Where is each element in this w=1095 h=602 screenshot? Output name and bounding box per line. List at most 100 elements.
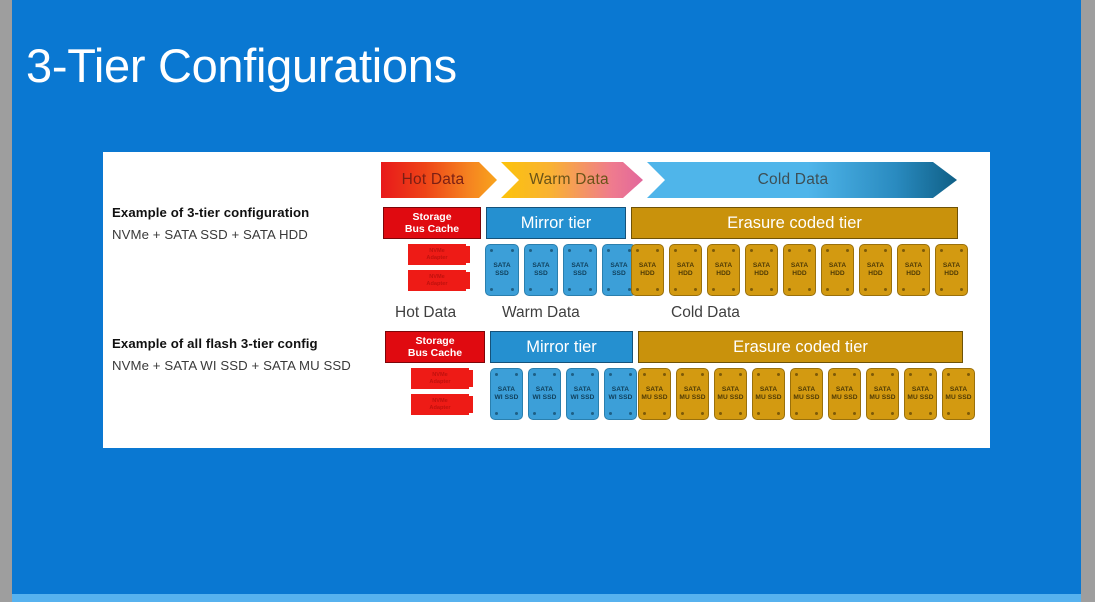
- drive-screw-icon: [719, 412, 722, 415]
- drive-screw-icon: [490, 249, 493, 252]
- nvme-adapter-icon: NVMe Adapter: [411, 394, 473, 415]
- row-2-storage-bus-cache-bar: Storage Bus Cache: [385, 331, 485, 363]
- drive-screw-icon: [656, 249, 659, 252]
- drive-screw-icon: [511, 249, 514, 252]
- drive-screw-icon: [960, 249, 963, 252]
- drive-screw-icon: [674, 288, 677, 291]
- drive-icon: SATA HDD: [859, 244, 892, 296]
- drive-screw-icon: [663, 373, 666, 376]
- drive-screw-icon: [940, 249, 943, 252]
- row-1-erasure-coded-tier-bar: Erasure coded tier: [631, 207, 958, 239]
- drive-icon: SATA WI SSD: [528, 368, 561, 420]
- drive-screw-icon: [777, 373, 780, 376]
- drive-icon: SATA HDD: [821, 244, 854, 296]
- drive-icon: SATA SSD: [524, 244, 558, 296]
- drive-label: SATA MU SSD: [869, 385, 896, 401]
- drive-label: SATA MU SSD: [945, 385, 972, 401]
- drive-icon: SATA MU SSD: [866, 368, 899, 420]
- drive-screw-icon: [902, 249, 905, 252]
- drive-screw-icon: [788, 288, 791, 291]
- drive-screw-icon: [929, 373, 932, 376]
- drive-screw-icon: [550, 288, 553, 291]
- drive-icon: SATA SSD: [563, 244, 597, 296]
- caption-hot-data: Hot Data: [395, 304, 457, 321]
- drive-screw-icon: [826, 288, 829, 291]
- drive-screw-icon: [909, 373, 912, 376]
- drive-screw-icon: [757, 373, 760, 376]
- drive-label: SATA HDD: [866, 261, 885, 277]
- drive-screw-icon: [750, 249, 753, 252]
- drive-screw-icon: [795, 373, 798, 376]
- config-row-1-description: Example of 3-tier configuration NVMe + S…: [112, 205, 402, 242]
- drive-label: SATA WI SSD: [494, 385, 519, 401]
- drive-icon: SATA MU SSD: [942, 368, 975, 420]
- drive-screw-icon: [940, 288, 943, 291]
- chevron-cold-data: Cold Data: [647, 162, 957, 198]
- drive-screw-icon: [553, 373, 556, 376]
- drive-icon: SATA MU SSD: [828, 368, 861, 420]
- drive-label: SATA HDD: [714, 261, 733, 277]
- drive-label: SATA SSD: [493, 261, 511, 277]
- drive-label: SATA SSD: [532, 261, 550, 277]
- drive-screw-icon: [553, 412, 556, 415]
- page-title: 3-Tier Configurations: [26, 39, 457, 92]
- drive-icon: SATA MU SSD: [752, 368, 785, 420]
- drive-label: SATA HDD: [904, 261, 923, 277]
- drive-label: SATA HDD: [752, 261, 771, 277]
- drive-screw-icon: [490, 288, 493, 291]
- nvme-adapter-label: NVMe Adapter: [426, 273, 448, 287]
- drive-screw-icon: [636, 249, 639, 252]
- drive-screw-icon: [808, 288, 811, 291]
- nvme-adapter-label: NVMe Adapter: [426, 247, 448, 261]
- drive-icon: SATA HDD: [745, 244, 778, 296]
- drive-screw-icon: [607, 288, 610, 291]
- row-2-nvme-card-stack: NVMe Adapter NVMe Adapter: [411, 368, 473, 420]
- drive-icon: SATA HDD: [631, 244, 664, 296]
- drive-screw-icon: [967, 373, 970, 376]
- drive-screw-icon: [770, 288, 773, 291]
- config-row-1-subtitle: NVMe + SATA SSD + SATA HDD: [112, 227, 308, 242]
- drive-screw-icon: [833, 412, 836, 415]
- drive-label: SATA HDD: [676, 261, 695, 277]
- drive-screw-icon: [533, 412, 536, 415]
- drive-icon: SATA WI SSD: [566, 368, 599, 420]
- drive-screw-icon: [732, 288, 735, 291]
- drive-icon: SATA HDD: [707, 244, 740, 296]
- drive-screw-icon: [663, 412, 666, 415]
- drive-screw-icon: [609, 412, 612, 415]
- drive-label: SATA SSD: [571, 261, 589, 277]
- slide-bottom-accent-band: [12, 594, 1081, 602]
- row-2-cold-tier-drives: SATA MU SSD SATA MU SSD SATA MU SSD SATA MU SSD…: [638, 368, 975, 420]
- drive-icon: SATA MU SSD: [904, 368, 937, 420]
- drive-screw-icon: [891, 412, 894, 415]
- drive-screw-icon: [607, 249, 610, 252]
- row-2-mirror-tier-label: Mirror tier: [526, 337, 597, 356]
- drive-screw-icon: [701, 373, 704, 376]
- drive-screw-icon: [656, 288, 659, 291]
- row-1-erasure-tier-label: Erasure coded tier: [727, 213, 862, 232]
- drive-screw-icon: [529, 288, 532, 291]
- drive-screw-icon: [571, 412, 574, 415]
- page-gutter-right: [1081, 0, 1095, 602]
- drive-screw-icon: [550, 249, 553, 252]
- drive-screw-icon: [864, 288, 867, 291]
- drive-screw-icon: [808, 249, 811, 252]
- row-2-cache-label-line2: Bus Cache: [407, 347, 463, 359]
- drive-screw-icon: [643, 412, 646, 415]
- drive-screw-icon: [533, 373, 536, 376]
- nvme-adapter-icon: NVMe Adapter: [411, 368, 473, 389]
- drive-screw-icon: [777, 412, 780, 415]
- drive-label: SATA MU SSD: [793, 385, 820, 401]
- tier-flow-banner: Hot Data Warm Data Cold Data: [381, 162, 981, 198]
- caption-warm-data: Warm Data: [502, 304, 580, 321]
- drive-label: SATA MU SSD: [717, 385, 744, 401]
- drive-screw-icon: [815, 412, 818, 415]
- drive-screw-icon: [884, 288, 887, 291]
- drive-screw-icon: [629, 412, 632, 415]
- row-1-nvme-card-stack: NVMe Adapter NVMe Adapter: [408, 244, 470, 296]
- drive-screw-icon: [609, 373, 612, 376]
- drive-screw-icon: [750, 288, 753, 291]
- drive-screw-icon: [515, 373, 518, 376]
- row-2-cache-label-line1: Storage: [415, 334, 455, 347]
- slide-root: 3-Tier Configurations Hot Data Warm Data…: [0, 0, 1095, 602]
